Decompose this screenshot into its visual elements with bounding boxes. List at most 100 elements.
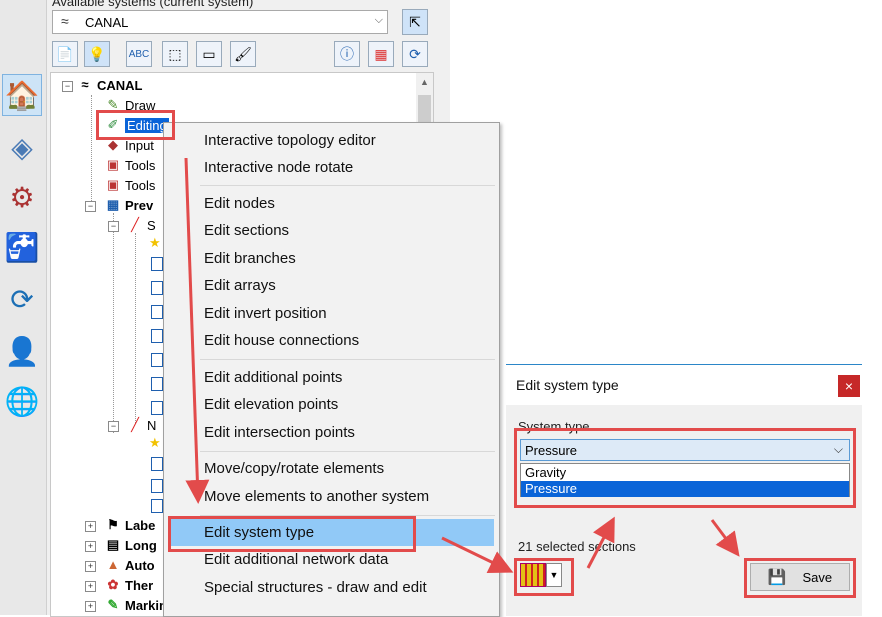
network-icon[interactable]: ⟳ [2,278,42,320]
menu-item-edit-house-connections[interactable]: Edit house connections [204,327,359,354]
pick-system-button[interactable]: ⇱ [402,9,428,35]
globe-icon[interactable]: 🌐 [2,380,42,422]
pipe-valve-icon[interactable]: ⚙ [2,176,42,218]
vertical-toolbar: 🏠 ◈ ⚙ 🚰 ⟳ 👤 🌐 [0,0,47,615]
menu-item-interactive-node-rotate[interactable]: Interactive node rotate [204,154,353,181]
house-icon[interactable]: 🏠 [2,74,42,116]
tree-root[interactable]: ≈ CANAL [77,77,142,93]
doc-icon [151,377,163,391]
document-button[interactable]: 📄 [52,41,78,67]
menu-item-edit-nodes[interactable]: Edit nodes [204,190,275,217]
menu-item-edit-branches[interactable]: Edit branches [204,245,296,272]
refresh-icon: ⟳ [409,45,421,62]
selected-count: 21 selected sections [518,539,636,554]
document-icon: 📄 [56,45,74,62]
doc-icon [151,457,163,471]
flag-icon: ⚑ [107,517,119,532]
grid-icon: ▦ [374,45,388,62]
tools-icon: ▣ [106,177,120,192]
expand-toggle[interactable]: + [85,581,96,592]
dialog-header: Edit system type × [506,365,862,405]
line-icon: ╱ [131,417,139,432]
tree-item-long[interactable]: ▤ Long [105,537,157,553]
tree-item-auto[interactable]: ▲ Auto [105,557,155,573]
brush-button[interactable]: 🖌 [230,41,256,67]
info-icon: ⓘ [340,46,354,62]
highlight-editing [96,110,175,140]
brush-icon: 🖌 [234,45,252,62]
doc-icon [151,257,163,271]
menu-item-edit-invert-position[interactable]: Edit invert position [204,300,327,327]
window-icon: ▭ [202,45,216,62]
system-combo[interactable]: ≈ CANAL ⌵ [52,10,388,34]
tree-item-label: S [147,217,156,233]
highlight-system-type [514,428,856,508]
chart-icon: ▲ [106,557,120,572]
marker-icon: ✎ [107,597,119,612]
gear-icon: ✿ [107,577,119,592]
doc-icon [151,401,163,415]
highlight-color-picker [514,558,574,596]
tree-item-ther[interactable]: ✿ Ther [105,577,154,593]
menu-item-edit-sections[interactable]: Edit sections [204,217,289,244]
expand-toggle[interactable]: + [85,561,96,572]
abc-label-icon: ABC [128,48,150,60]
user-info-icon[interactable]: 👤 [2,330,42,372]
collapse-toggle[interactable]: − [62,81,73,92]
collapse-toggle[interactable]: − [85,201,96,212]
grid-button[interactable]: ▦ [368,41,394,67]
tree-item-label: Tools [125,177,156,193]
expand-toggle[interactable]: + [85,601,96,612]
collapse-toggle[interactable]: − [108,421,119,432]
doc-icon [151,499,163,513]
scroll-up-icon[interactable]: ▲ [420,77,429,87]
menu-separator [200,359,495,360]
star-icon: ★ [149,435,161,450]
faucet-icon[interactable]: 🚰 [2,226,42,268]
tree-item-tools[interactable]: ▣ Tools [105,157,156,173]
menu-item-interactive-topology-editor[interactable]: Interactive topology editor [204,127,376,154]
available-systems-label: Available systems (current system) [52,0,254,9]
select-button[interactable]: ⬚ [162,41,188,67]
grid-diamond-icon[interactable]: ◈ [2,126,42,168]
doc-icon [151,281,163,295]
highlight-edit-system-type [168,516,416,552]
close-icon[interactable]: × [838,375,860,397]
lightbulb-icon: 💡 [88,45,106,62]
canal-icon: ≈ [81,77,89,92]
menu-item-move-copy-rotate[interactable]: Move/copy/rotate elements [204,455,384,482]
tree-item-s[interactable]: ╱ S [127,217,156,233]
menu-item-edit-additional-points[interactable]: Edit additional points [204,364,342,391]
abc-label-button[interactable]: ABC [126,41,152,67]
line-icon: ╱ [131,217,139,232]
refresh-button[interactable]: ⟳ [402,41,428,67]
tree-item-n[interactable]: ╱ N [127,417,156,433]
tree-item-label: Prev [125,197,154,213]
menu-item-special-structures[interactable]: Special structures - draw and edit [204,574,427,601]
highlight-save [744,558,856,598]
window-button[interactable]: ▭ [196,41,222,67]
tree-item-preview[interactable]: ▦ Prev [105,197,153,213]
menu-separator [200,185,495,186]
tree-item-label: Long [125,537,157,553]
table-icon: ▦ [106,197,120,212]
doc-icon [151,479,163,493]
menu-separator [200,451,495,452]
expand-toggle[interactable]: + [85,541,96,552]
tree-item-label: N [147,417,157,433]
tree-item-labels[interactable]: ⚑ Labe [105,517,155,533]
expand-toggle[interactable]: + [85,521,96,532]
chevron-down-icon: ⌵ [374,14,383,26]
menu-item-edit-arrays[interactable]: Edit arrays [204,272,276,299]
tree-item-label: Ther [125,577,154,593]
tree-item-label: Tools [125,157,156,173]
menu-item-edit-elevation-points[interactable]: Edit elevation points [204,391,338,418]
collapse-toggle[interactable]: − [108,221,119,232]
info-button[interactable]: ⓘ [334,41,360,67]
menu-item-edit-intersection-points[interactable]: Edit intersection points [204,419,355,446]
doc-icon [151,305,163,319]
tree-item-tools-2[interactable]: ▣ Tools [105,177,156,193]
tree-item-label: Auto [125,557,155,573]
lightbulb-button[interactable]: 💡 [84,41,110,67]
menu-item-move-to-another-system[interactable]: Move elements to another system [204,483,429,510]
